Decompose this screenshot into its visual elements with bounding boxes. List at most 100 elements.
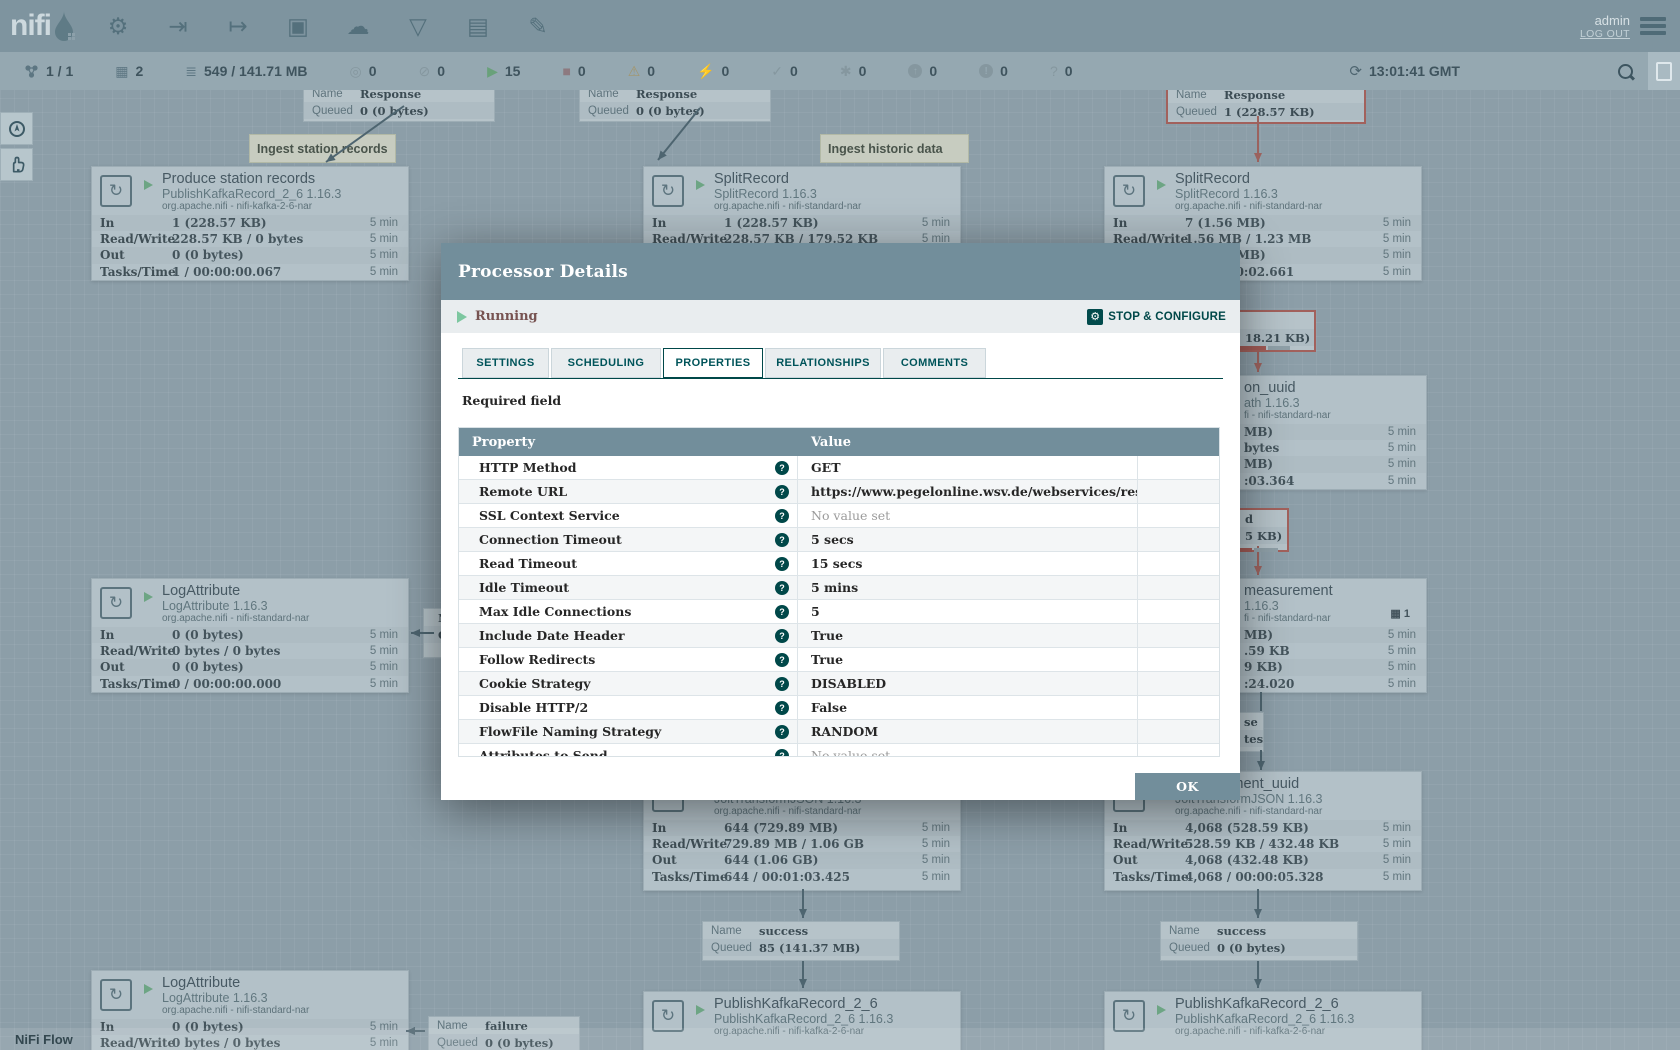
tab-relationships[interactable]: RELATIONSHIPS [765,348,881,378]
stat-window: 5 min [370,678,408,690]
stat-value: 644 (1.06 GB) [724,853,818,867]
remote-process-group-icon[interactable]: ☁ [343,11,373,41]
table-row[interactable]: Cookie Strategy?DISABLED [459,672,1219,696]
operate-palette-button[interactable] [0,148,33,181]
connection-label[interactable]: NamesuccessQueued85 (141.37 MB) [702,921,900,961]
table-row[interactable]: Read Timeout?15 secs [459,552,1219,576]
property-value[interactable]: No value set [798,744,1138,757]
status-count: 0 [1000,63,1008,79]
connection-field-value: 85 (141.37 MB) [759,941,860,955]
logout-link[interactable]: LOG OUT [1580,28,1630,40]
transmitting-icon: ◎ [350,64,362,78]
property-value[interactable]: DISABLED [798,672,1138,695]
property-value[interactable]: 5 [798,600,1138,623]
property-value[interactable]: https://www.pegelonline.wsv.de/webservic… [798,480,1138,503]
property-name: Follow Redirects? [459,648,798,671]
flow-label[interactable]: Ingest historic data [820,134,969,163]
processor-type: SplitRecord 1.16.3 [714,187,861,201]
stat-label: In [644,216,724,230]
property-value[interactable]: True [798,624,1138,647]
processor-stats: In644 (729.89 MB)5 minRead/Write729.89 M… [644,820,960,885]
label-icon[interactable]: ✎ [523,11,553,41]
stat-label: Out [92,660,172,674]
table-row[interactable]: Idle Timeout?5 mins [459,576,1219,600]
table-row[interactable]: Remote URL?https://www.pegelonline.wsv.d… [459,480,1219,504]
processor-type: PublishKafkaRecord_2_6 1.16.3 [1175,1012,1354,1026]
row-extra-cell [1138,552,1219,575]
stat-row: In4,068 (528.59 KB)5 min [1105,820,1421,836]
input-port-icon[interactable]: ⇥ [163,11,193,41]
nifi-logo-text: nifi [10,9,51,43]
flow-label[interactable]: Ingest station records [249,134,396,163]
processor-name: on_uuid [1244,380,1331,396]
row-extra-cell [1138,456,1219,479]
connection-label[interactable]: NameResponseQueued1 (228.57 KB) [1166,84,1366,124]
connection-label-row: Queued0 (0 bytes) [580,102,770,119]
table-header: Property Value [459,428,1219,456]
refresh-icon[interactable]: ⟳ [1349,64,1362,79]
connection-label[interactable]: NamesuccessQueued0 (0 bytes) [1160,921,1358,961]
user-block: admin LOG OUT [1580,13,1630,40]
ok-button[interactable]: OK [1135,773,1240,800]
table-row[interactable]: Follow Redirects?True [459,648,1219,672]
locally-modified-icon: ✱ [840,64,852,78]
table-row[interactable]: Max Idle Connections?5 [459,600,1219,624]
processor-icon: ↻ [1113,175,1145,207]
stat-window: 5 min [1383,249,1421,261]
connection-field-label: Name [1168,89,1224,101]
tab-properties[interactable]: PROPERTIES [663,348,763,378]
property-value[interactable]: 5 secs [798,528,1138,551]
processor-header: ↻Produce station recordsPublishKafkaReco… [92,167,408,215]
processor[interactable]: ↻LogAttributeLogAttribute 1.16.3org.apac… [91,578,409,693]
table-row[interactable]: Attributes to Send?No value set [459,744,1219,757]
processor-bundle: fi - nifi-standard-nar [1244,410,1331,421]
property-value[interactable]: RANDOM [798,720,1138,743]
table-row[interactable]: SSL Context Service?No value set [459,504,1219,528]
template-icon[interactable]: ▤ [463,11,493,41]
processor-icon: ↻ [100,979,132,1011]
flow-status-panel-button[interactable] [1648,52,1680,90]
stat-row: In0 (0 bytes)5 min [92,627,408,643]
search-button[interactable] [1610,64,1640,79]
navigate-palette-button[interactable] [0,112,33,145]
connection-field-value: d [1245,512,1253,526]
thread-count-badge: ▦ 1 [1390,607,1410,620]
global-menu-icon[interactable] [1640,14,1666,38]
funnel-icon[interactable]: ▽ [403,11,433,41]
property-value[interactable]: 15 secs [798,552,1138,575]
process-group-icon[interactable]: ▣ [283,11,313,41]
tab-scheduling[interactable]: SCHEDULING [551,348,661,378]
run-state-label: Running [475,309,538,324]
property-value[interactable]: No value set [798,504,1138,527]
table-row[interactable]: Disable HTTP/2?False [459,696,1219,720]
table-row[interactable]: FlowFile Naming Strategy?RANDOM [459,720,1219,744]
stat-value: 0 / 00:00:00.000 [172,677,281,691]
stat-value: :24.020 [1244,677,1294,691]
processor-icon[interactable]: ⚙ [103,11,133,41]
stat-window: 5 min [1388,661,1426,673]
connection-field-value: 18.21 KB) [1245,331,1310,345]
stat-value: :03.364 [1244,474,1294,488]
status-count: 0 [437,63,445,79]
property-value[interactable]: False [798,696,1138,719]
status-item: ⚡0 [697,63,729,79]
table-row[interactable]: Connection Timeout?5 secs [459,528,1219,552]
property-value[interactable]: 5 mins [798,576,1138,599]
table-row[interactable]: HTTP Method?GET [459,456,1219,480]
row-extra-cell [1138,696,1219,719]
help-icon: ? [775,509,789,523]
stop-and-configure-button[interactable]: ⚙ STOP & CONFIGURE [1087,309,1226,325]
tab-comments[interactable]: COMMENTS [883,348,986,378]
breadcrumb[interactable]: NiFi Flow [15,1032,73,1047]
property-value[interactable]: True [798,648,1138,671]
processor[interactable]: ↻Produce station recordsPublishKafkaReco… [91,166,409,281]
output-port-icon[interactable]: ↦ [223,11,253,41]
tab-settings[interactable]: SETTINGS [462,348,549,378]
processor-header: ↻SplitRecordSplitRecord 1.16.3org.apache… [1105,167,1421,215]
property-value[interactable]: GET [798,456,1138,479]
table-row[interactable]: Include Date Header?True [459,624,1219,648]
stat-label: In [92,216,172,230]
status-count: 0 [722,63,730,79]
hand-icon [7,155,27,175]
required-field-label: Required field [462,393,561,408]
